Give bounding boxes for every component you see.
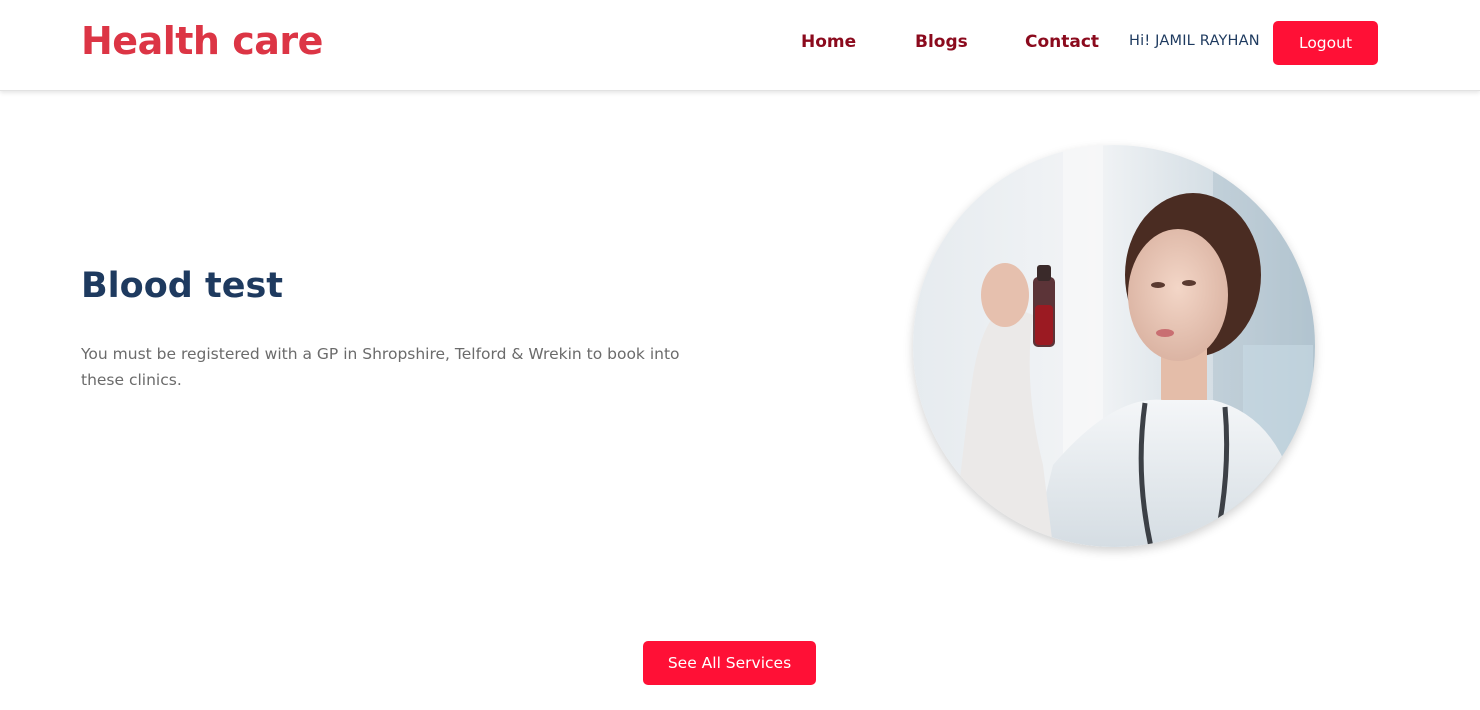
user-greeting: Hi! JAMIL RAYHAN <box>1129 33 1260 49</box>
logout-button[interactable]: Logout <box>1273 21 1378 65</box>
service-title: Blood test <box>81 266 284 306</box>
nav-home-link[interactable]: Home <box>801 32 856 52</box>
nav-contact-link[interactable]: Contact <box>1025 32 1099 52</box>
doctor-illustration <box>913 145 1315 547</box>
see-all-services-button[interactable]: See All Services <box>643 641 816 685</box>
service-description: You must be registered with a GP in Shro… <box>81 345 680 389</box>
site-logo[interactable]: Health care <box>81 19 323 63</box>
doctor-image <box>913 145 1315 547</box>
nav-blogs-link[interactable]: Blogs <box>915 32 968 52</box>
site-header: Health care Home Blogs Contact Hi! JAMIL… <box>0 0 1480 91</box>
